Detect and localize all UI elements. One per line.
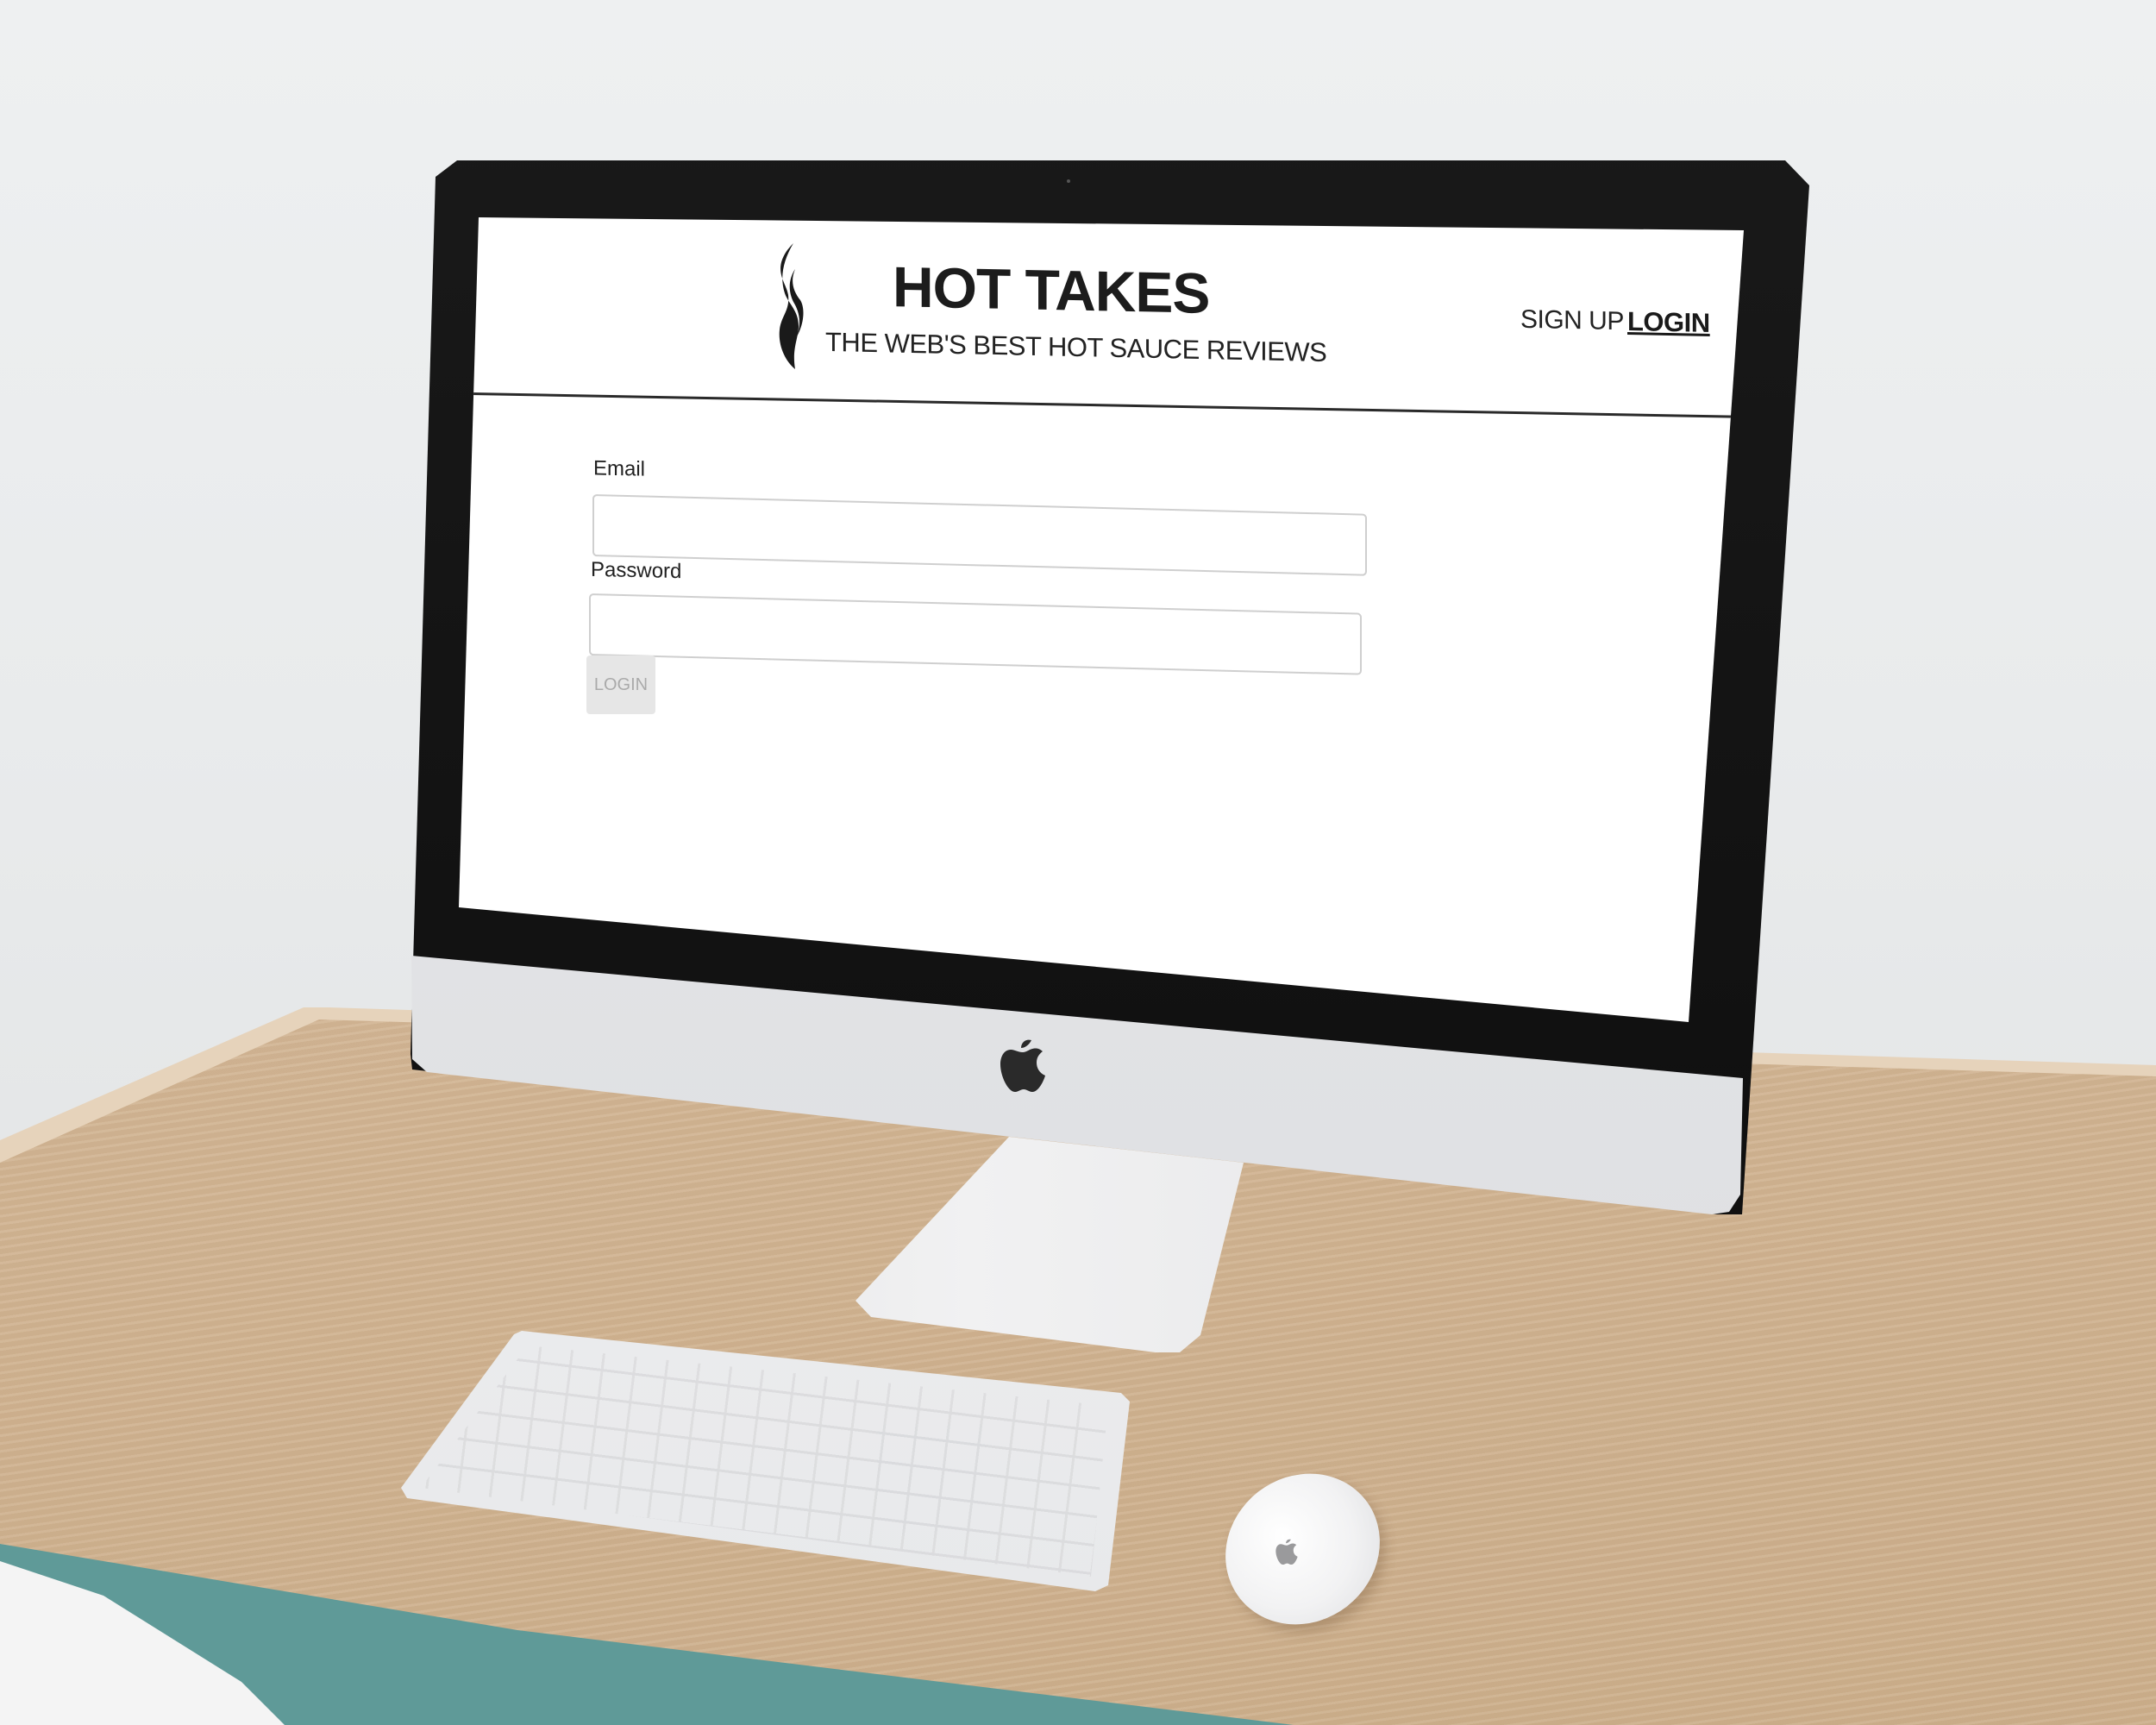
header-divider (469, 392, 1733, 418)
nav-signup-link[interactable]: SIGN UP (1520, 305, 1624, 337)
email-label: Email (593, 456, 646, 481)
email-field[interactable] (592, 494, 1367, 576)
password-field[interactable] (589, 593, 1362, 675)
camera-icon (1067, 179, 1070, 183)
login-submit-button[interactable]: LOGIN (586, 656, 655, 714)
site-title: HOT TAKES (893, 254, 1210, 325)
password-label: Password (591, 557, 682, 584)
apple-logo-icon (1000, 1039, 1045, 1092)
site-tagline: THE WEB'S BEST HOT SAUCE REVIEWS (825, 326, 1327, 368)
nav-login-link[interactable]: LOGIN (1627, 306, 1710, 339)
mouse-apple-logo-icon (1275, 1539, 1298, 1565)
flame-icon (779, 243, 804, 369)
